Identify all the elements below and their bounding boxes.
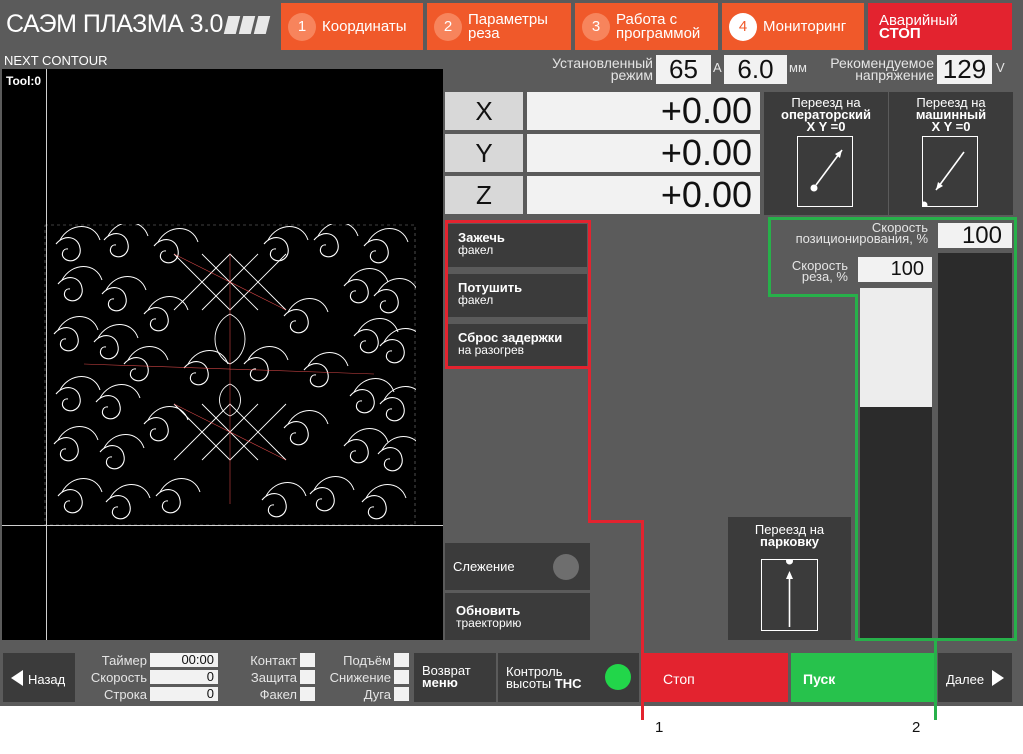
trajectory-canvas[interactable]: Tool:0 (2, 69, 443, 640)
tab-monitoring[interactable]: 4 Мониторинг (722, 3, 864, 50)
highlight-frame-2-right (1014, 217, 1017, 641)
z-axis-label: Z (445, 176, 523, 214)
return-menu-button[interactable]: Возврат меню (414, 653, 496, 702)
tab-program-work[interactable]: 3 Работа с программой (575, 3, 718, 50)
protection-indicator (300, 670, 315, 684)
tab-label: Мониторинг (763, 17, 847, 35)
lower-indicator (394, 670, 409, 684)
tab-label: Работа с программой (616, 10, 701, 42)
arc-label: Дуга (363, 687, 391, 702)
highlight-frame-2-top (768, 217, 1017, 297)
voltage-value: 129 (937, 54, 992, 84)
callout-line-2-tail (934, 706, 937, 720)
voltage-label: Рекомендуемое напряжение (830, 55, 934, 83)
tab-label: Координаты (322, 17, 407, 35)
cut-pattern-drawing (44, 224, 416, 526)
torch-indicator (300, 687, 315, 701)
tracking-toggle[interactable]: Слежение (445, 543, 590, 590)
lower-label: Снижение (329, 670, 391, 685)
emergency-stop-button[interactable]: Аварийный СТОП (868, 3, 1012, 50)
highlight-frame-1 (445, 220, 591, 369)
line-value: 0 (150, 687, 218, 701)
contact-label: Контакт (250, 653, 297, 668)
contact-indicator (300, 653, 315, 667)
refresh-trajectory-button[interactable]: Обновить траекторию (445, 593, 590, 640)
x-axis-label: X (445, 92, 523, 130)
mode-current-value: 65 (656, 54, 711, 84)
cutting-speed-slider-fill (860, 407, 932, 638)
tab-number-badge: 3 (582, 12, 610, 41)
speed-label: Скорость (90, 670, 147, 685)
lift-indicator (394, 653, 409, 667)
callout-line-1 (588, 367, 591, 523)
callout-line-1-tail (641, 706, 644, 720)
tracking-indicator-icon (553, 554, 579, 580)
speed-value: 0 (150, 670, 218, 684)
torch-label: Факел (259, 687, 297, 702)
move-machine-zero-button[interactable]: Переезд на машинный X Y =0 (889, 92, 1013, 215)
stop-button[interactable]: Стоп (643, 653, 788, 702)
highlight-frame-2-left (855, 294, 858, 641)
next-contour-label: NEXT CONTOUR (4, 53, 108, 68)
logo-stripes-icon (223, 16, 272, 36)
thc-control-toggle[interactable]: Контроль высоты THC (498, 653, 639, 702)
protection-label: Защита (250, 670, 297, 685)
back-button[interactable]: Назад (3, 653, 75, 702)
mode-label: Установленный режим (552, 55, 653, 83)
x-axis-value: +0.00 (527, 90, 760, 131)
tab-label: Параметры реза (468, 10, 548, 42)
callout-line-1 (641, 520, 644, 706)
z-axis-value: +0.00 (527, 174, 760, 215)
unit-mm: мм (789, 60, 807, 75)
tab-cut-parameters[interactable]: 2 Параметры реза (427, 3, 571, 50)
tab-number-badge: 4 (729, 12, 757, 41)
back-arrow-icon (11, 670, 23, 686)
machine-zero-icon (921, 136, 978, 207)
y-axis-label: Y (445, 134, 523, 172)
arc-indicator (394, 687, 409, 701)
mode-thickness-value: 6.0 (724, 54, 787, 84)
start-button[interactable]: Пуск (791, 653, 934, 702)
callout-number-2: 2 (912, 719, 921, 736)
park-icon (761, 558, 818, 631)
cutting-speed-slider[interactable] (860, 288, 932, 638)
unit-amperes: А (713, 60, 722, 75)
tab-coordinates[interactable]: 1 Координаты (281, 3, 423, 50)
highlight-frame-2-step (768, 294, 858, 297)
next-button[interactable]: Далее (938, 653, 1012, 702)
callout-line-1 (588, 520, 644, 523)
move-operator-zero-button[interactable]: Переезд на операторский X Y =0 (764, 92, 888, 215)
tool-label: Tool:0 (6, 74, 42, 88)
app-title: САЭМ ПЛАЗМА 3.0 (6, 10, 223, 38)
next-arrow-icon (992, 670, 1004, 686)
y-axis-value: +0.00 (527, 132, 760, 173)
thc-indicator-icon (605, 664, 631, 690)
callout-number-1: 1 (655, 719, 664, 736)
line-label: Строка (103, 687, 147, 702)
positioning-speed-slider[interactable] (938, 253, 1012, 638)
tab-number-badge: 2 (434, 12, 462, 41)
callout-line-2 (934, 641, 937, 706)
timer-value: 00:00 (150, 653, 218, 667)
app-window: САЭМ ПЛАЗМА 3.0 1 Координаты 2 Параметры… (0, 0, 1023, 706)
unit-volts: V (996, 60, 1005, 75)
bottom-bar: Назад Таймер 00:00 Скорость 0 Строка 0 К… (0, 650, 1023, 706)
tab-number-badge: 1 (288, 12, 316, 41)
move-park-button[interactable]: Переезд на парковку (728, 517, 851, 640)
operator-zero-icon (797, 136, 853, 207)
lift-label: Подъём (343, 653, 391, 668)
timer-label: Таймер (101, 653, 147, 668)
